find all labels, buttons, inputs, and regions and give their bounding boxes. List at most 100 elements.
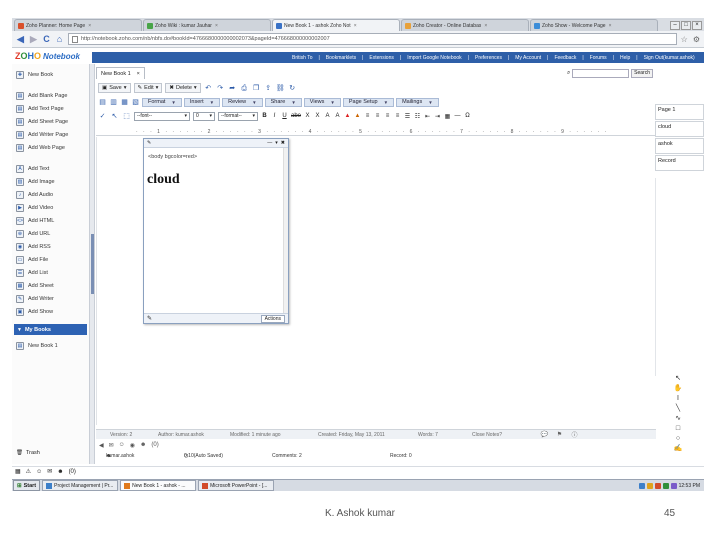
sidebar-item[interactable]: ▤ Add Text Page <box>12 102 89 115</box>
pin-icon[interactable]: ✎ <box>147 140 151 146</box>
sidebar-item[interactable]: ✎ Add Writer <box>12 292 89 305</box>
size-select[interactable]: 0 ▾ <box>193 111 215 121</box>
my-books-section[interactable]: ▼ My Books <box>14 324 87 335</box>
ellipse-tool-icon[interactable]: ○ <box>676 434 680 443</box>
tab-new-book-1[interactable]: New Book 1 × <box>96 67 145 79</box>
grid-icon[interactable]: ▦ <box>15 468 21 475</box>
menu-page-setup[interactable]: Page Setup ▼ <box>342 97 395 107</box>
image-icon[interactable]: ▧ <box>131 98 140 107</box>
select-icon[interactable]: ⬚ <box>122 112 131 121</box>
delete-button[interactable]: ✖ Delete ▾ <box>165 83 201 93</box>
refresh-icon[interactable]: ↻ <box>288 84 297 93</box>
undo-icon[interactable]: ↶ <box>204 84 213 93</box>
search-input[interactable] <box>572 68 630 78</box>
close-icon[interactable]: × <box>609 23 612 29</box>
attach-icon[interactable]: ✉ <box>109 442 114 449</box>
minimize-window-icon[interactable]: – <box>670 20 680 30</box>
number-list-icon[interactable]: ☷ <box>414 113 421 120</box>
right-list-item[interactable]: ashok <box>655 138 704 154</box>
tray-icon[interactable] <box>646 482 653 489</box>
top-link[interactable]: British To <box>292 55 312 61</box>
close-icon[interactable]: ✖ <box>281 140 285 146</box>
save-button[interactable]: ▣ Save ▾ <box>98 83 131 93</box>
menu-mailings[interactable]: Mailings ▼ <box>396 97 439 107</box>
cursor-icon[interactable]: ↖ <box>110 112 119 121</box>
align-right-icon[interactable]: ≡ <box>384 113 391 119</box>
top-link[interactable]: Extensions <box>369 55 393 61</box>
people-icon[interactable]: ☺ <box>119 442 125 448</box>
address-bar[interactable]: http://notebook.zoho.com/nb/nbfs.do#book… <box>68 33 677 45</box>
expand-icon[interactable]: ◀ <box>99 442 104 449</box>
bold-button[interactable]: B <box>261 113 268 119</box>
top-link[interactable]: Help <box>620 55 630 61</box>
font-color-button[interactable]: A <box>324 113 331 119</box>
pages-icon[interactable]: ▥ <box>109 98 118 107</box>
curve-tool-icon[interactable]: ∿ <box>675 414 681 423</box>
highlight-icon[interactable]: ▲ <box>354 113 361 119</box>
outdent-icon[interactable]: ⇤ <box>424 113 431 120</box>
sidebar-item[interactable]: ▤ Add Blank Page <box>12 89 89 102</box>
taskbar-item[interactable]: Microsoft PowerPoint - [... <box>198 480 275 491</box>
export-icon[interactable]: ⇪ <box>264 84 273 93</box>
sidebar-item[interactable]: ▭ Add File <box>12 253 89 266</box>
top-link[interactable]: My Account <box>515 55 541 61</box>
close-icon[interactable]: × <box>88 23 91 29</box>
sidebar-item[interactable]: ▤ Add Sheet Page <box>12 115 89 128</box>
taskbar-item[interactable]: New Book 1 - ashok - ... <box>120 480 197 491</box>
reload-icon[interactable]: C <box>42 34 51 44</box>
redo-icon[interactable]: ↷ <box>216 84 225 93</box>
close-icon[interactable]: × <box>484 23 487 29</box>
edit-note-icon[interactable]: ✎ <box>147 315 152 322</box>
font-select[interactable]: --font-- ▾ <box>134 111 190 121</box>
sidebar-item[interactable]: ◉ Add RSS <box>12 240 89 253</box>
subscript-button[interactable]: X <box>304 113 311 119</box>
sidebar-item[interactable]: ☰ Add List <box>12 266 89 279</box>
print-icon[interactable]: ⎙ <box>240 84 249 93</box>
sidebar-item[interactable]: ⊕ Add URL <box>12 227 89 240</box>
trash-item[interactable]: 🗑 Trash <box>16 450 40 456</box>
justify-icon[interactable]: ≡ <box>394 113 401 119</box>
home-icon[interactable]: ⌂ <box>55 34 64 44</box>
wrench-icon[interactable]: ⚙ <box>693 35 700 44</box>
menu-review[interactable]: Review ▼ <box>222 97 263 107</box>
hand-icon[interactable]: ✋ <box>674 384 683 393</box>
close-window-icon[interactable]: × <box>692 20 702 30</box>
link-icon[interactable]: ⛓ <box>276 84 285 93</box>
sidebar-item[interactable]: ▤ Add Writer Page <box>12 128 89 141</box>
indent-icon[interactable]: ⇥ <box>434 113 441 120</box>
edit-button[interactable]: ✎ Edit ▾ <box>133 83 163 93</box>
rectangle-tool-icon[interactable]: □ <box>676 424 680 433</box>
sidebar-item[interactable]: ▤ Add Web Page <box>12 141 89 154</box>
top-link[interactable]: Forums <box>590 55 607 61</box>
sidebar-item[interactable]: A Add Text <box>12 162 89 175</box>
tray-icon[interactable] <box>662 482 669 489</box>
close-notes-link[interactable]: Close Notes? <box>466 432 534 438</box>
sidebar-item[interactable]: ▣ Add Show <box>12 305 89 318</box>
top-link[interactable]: Sign Out(kumar.ashok) <box>644 55 695 61</box>
search-button[interactable]: Search <box>631 68 653 78</box>
top-link[interactable]: Preferences <box>475 55 502 61</box>
right-list-item[interactable]: Record <box>655 155 704 171</box>
menu-format[interactable]: Format ▼ <box>142 97 182 107</box>
browser-tab[interactable]: Zoho Creator - Online Databas × <box>401 19 529 31</box>
maximize-window-icon[interactable]: □ <box>681 20 691 30</box>
share-icon[interactable]: ➦ <box>228 84 237 93</box>
browser-tab[interactable]: New Book 1 - ashok Zoho Not × <box>272 19 400 31</box>
sidebar-item[interactable]: ▦ Add Sheet <box>12 279 89 292</box>
sidebar-item[interactable]: ♪ Add Audio <box>12 188 89 201</box>
format-select[interactable]: --format-- ▾ <box>218 111 258 121</box>
tag-icon[interactable]: ⚑ <box>555 431 564 438</box>
strikethrough-button[interactable]: abe <box>291 113 301 119</box>
right-list-item[interactable]: Page 1 <box>655 104 704 120</box>
menu-share[interactable]: Share ▼ <box>264 97 302 107</box>
menu-insert[interactable]: Insert ▼ <box>183 97 221 107</box>
freehand-tool-icon[interactable]: ✍ <box>674 444 683 453</box>
right-list-item[interactable]: cloud <box>655 121 704 137</box>
pointer-icon[interactable]: ↖ <box>675 374 681 383</box>
bullet-list-icon[interactable]: ☰ <box>404 113 411 120</box>
table-icon[interactable]: ▦ <box>444 113 451 120</box>
actions-button[interactable]: Actions <box>260 314 285 323</box>
line-tool-icon[interactable]: ╲ <box>676 404 680 413</box>
hr-icon[interactable]: — <box>454 113 461 119</box>
text-tool-icon[interactable]: I <box>677 394 679 403</box>
